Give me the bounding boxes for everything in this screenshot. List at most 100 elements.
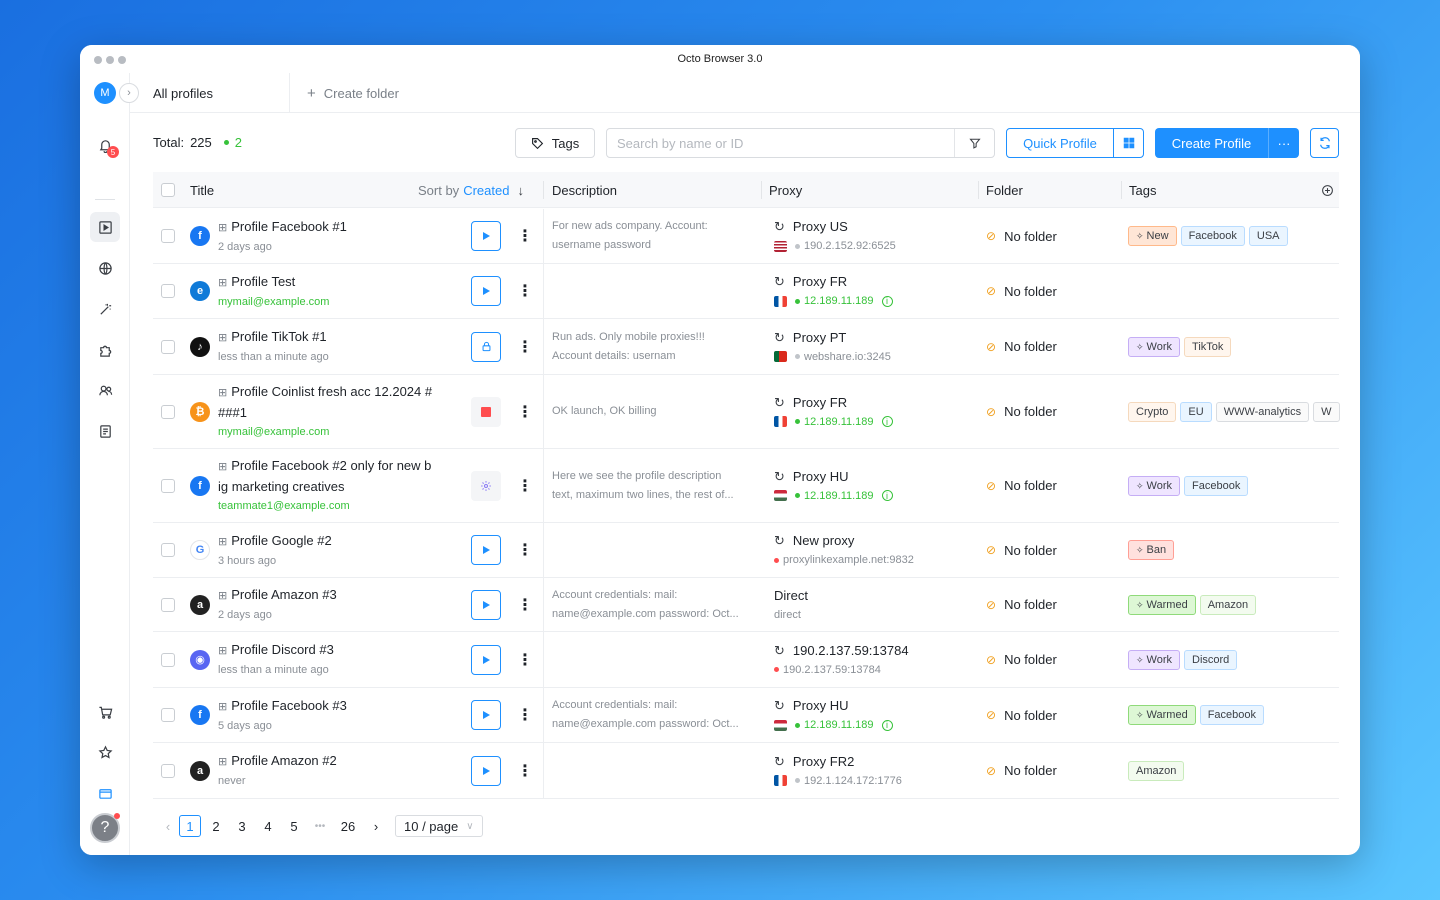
- start-profile-button[interactable]: [471, 276, 501, 306]
- more-options-icon[interactable]: ⋮: [517, 264, 533, 318]
- tag-chip[interactable]: Facebook: [1180, 226, 1245, 246]
- tag-chip[interactable]: Discord: [1184, 649, 1238, 670]
- prev-page-icon[interactable]: ‹: [157, 819, 179, 834]
- page-1[interactable]: 1: [179, 815, 201, 837]
- folder-cell[interactable]: ⊘ No folder: [986, 743, 1057, 798]
- tag-chip[interactable]: Amazon: [1128, 760, 1185, 781]
- tag-chip[interactable]: ✧ Work: [1128, 475, 1181, 496]
- tag-chip[interactable]: Crypto: [1128, 401, 1177, 422]
- more-options-icon[interactable]: ⋮: [517, 319, 533, 374]
- info-icon[interactable]: i: [881, 295, 893, 307]
- table-row[interactable]: f ⊞ Profile Facebook #2 only for new b ig …: [153, 449, 1339, 523]
- table-row[interactable]: G ⊞ Profile Google #2 3 hours ago ⋮ ↻ New …: [153, 523, 1339, 578]
- page-5[interactable]: 5: [283, 815, 305, 837]
- tag-chip[interactable]: W: [1313, 401, 1340, 422]
- tag-chip[interactable]: ✧ Ban: [1128, 540, 1175, 560]
- search-input[interactable]: [607, 129, 955, 157]
- sort-control[interactable]: Sort by Created ↓: [418, 172, 524, 208]
- start-profile-button[interactable]: [471, 535, 501, 565]
- table-row[interactable]: ◉ ⊞ Profile Discord #3 less than a minute…: [153, 632, 1339, 688]
- row-checkbox[interactable]: [161, 523, 175, 577]
- table-row[interactable]: a ⊞ Profile Amazon #3 2 days ago ⋮ Accoun…: [153, 578, 1339, 632]
- table-row[interactable]: f ⊞ Profile Facebook #3 5 days ago ⋮ Acco…: [153, 688, 1339, 743]
- start-profile-button[interactable]: [471, 700, 501, 730]
- profile-name[interactable]: ⊞ Profile Discord #3: [218, 640, 334, 661]
- row-checkbox[interactable]: [161, 578, 175, 631]
- tag-chip[interactable]: ✧ Work: [1128, 336, 1181, 357]
- refresh-icon[interactable]: [1310, 128, 1339, 158]
- profile-name[interactable]: ⊞ Profile Facebook #3: [218, 696, 347, 717]
- profile-settings-icon[interactable]: [471, 470, 501, 501]
- more-options-icon[interactable]: ⋮: [517, 375, 533, 448]
- info-icon[interactable]: i: [881, 490, 893, 501]
- folder-cell[interactable]: ⊘ No folder: [986, 449, 1057, 522]
- profile-name[interactable]: ⊞ Profile Coinlist fresh acc 12.2024 #: [218, 382, 432, 403]
- tag-chip[interactable]: Facebook: [1184, 475, 1249, 496]
- refresh-proxy-icon[interactable]: ↻: [774, 217, 785, 237]
- table-row[interactable]: ♪ ⊞ Profile TikTok #1 less than a minute …: [153, 319, 1339, 375]
- tag-chip[interactable]: USA: [1248, 226, 1288, 246]
- globe-icon[interactable]: [90, 253, 120, 283]
- select-all-checkbox[interactable]: [161, 172, 175, 208]
- page-3[interactable]: 3: [231, 815, 253, 837]
- info-icon[interactable]: i: [881, 416, 893, 427]
- tab-all-profiles[interactable]: All profiles: [130, 73, 290, 113]
- folder-cell[interactable]: ⊘ No folder: [986, 264, 1057, 318]
- refresh-proxy-icon[interactable]: ↻: [774, 393, 785, 413]
- folder-cell[interactable]: ⊘ No folder: [986, 209, 1057, 263]
- folder-cell[interactable]: ⊘ No folder: [986, 375, 1057, 448]
- add-column-icon[interactable]: [1321, 172, 1334, 208]
- table-row[interactable]: e ⊞ Profile Test mymail@example.com ⋮ ↻ Pr…: [153, 264, 1339, 319]
- row-checkbox[interactable]: [161, 743, 175, 798]
- profile-name[interactable]: ⊞ Profile Amazon #3: [218, 585, 337, 606]
- magic-wand-icon[interactable]: [90, 294, 120, 324]
- profiles-icon[interactable]: [90, 212, 120, 242]
- page-4[interactable]: 4: [257, 815, 279, 837]
- star-icon[interactable]: [90, 737, 120, 767]
- profile-name[interactable]: ⊞ Profile Google #2: [218, 531, 332, 552]
- refresh-proxy-icon[interactable]: ↻: [774, 696, 785, 716]
- row-checkbox[interactable]: [161, 319, 175, 374]
- tag-chip[interactable]: ✧ Work: [1128, 649, 1181, 670]
- table-row[interactable]: ₿ ⊞ Profile Coinlist fresh acc 12.2024 # #…: [153, 375, 1340, 449]
- profile-name[interactable]: ⊞ Profile Facebook #2 only for new b: [218, 456, 431, 477]
- row-checkbox[interactable]: [161, 209, 175, 263]
- extensions-icon[interactable]: [90, 335, 120, 365]
- tab-create-folder[interactable]: + Create folder: [307, 73, 399, 113]
- tag-chip[interactable]: ✧ Warmed: [1128, 705, 1196, 725]
- stop-profile-button[interactable]: [471, 396, 501, 427]
- tag-chip[interactable]: EU: [1180, 401, 1212, 422]
- folder-cell[interactable]: ⊘ No folder: [986, 578, 1057, 631]
- info-icon[interactable]: i: [881, 719, 893, 731]
- more-options-icon[interactable]: ⋮: [517, 578, 533, 631]
- page-2[interactable]: 2: [205, 815, 227, 837]
- create-options-button[interactable]: ···: [1268, 128, 1299, 158]
- team-icon[interactable]: [90, 375, 120, 405]
- start-profile-button[interactable]: [471, 755, 501, 786]
- tag-chip[interactable]: TikTok: [1184, 336, 1232, 357]
- start-profile-button[interactable]: [471, 221, 501, 251]
- create-profile-button[interactable]: Create Profile: [1155, 128, 1268, 158]
- more-options-icon[interactable]: ⋮: [517, 632, 533, 687]
- start-profile-button[interactable]: [471, 644, 501, 675]
- table-row[interactable]: f ⊞ Profile Facebook #1 2 days ago ⋮ For …: [153, 209, 1339, 264]
- page-ellipsis[interactable]: •••: [309, 815, 331, 837]
- wallet-icon[interactable]: [90, 778, 120, 808]
- refresh-proxy-icon[interactable]: ↻: [774, 752, 785, 772]
- more-options-icon[interactable]: ⋮: [517, 523, 533, 577]
- folder-cell[interactable]: ⊘ No folder: [986, 632, 1057, 687]
- row-checkbox[interactable]: [161, 688, 175, 742]
- tags-button[interactable]: Tags: [515, 128, 595, 158]
- profile-name[interactable]: ⊞ Profile Test: [218, 272, 295, 293]
- more-options-icon[interactable]: ⋮: [517, 449, 533, 522]
- logs-icon[interactable]: [90, 416, 120, 446]
- quick-profile-button[interactable]: Quick Profile: [1006, 128, 1114, 158]
- folder-cell[interactable]: ⊘ No folder: [986, 523, 1057, 577]
- profile-name[interactable]: ⊞ Profile Facebook #1: [218, 217, 347, 238]
- avatar[interactable]: M: [94, 82, 116, 104]
- next-page-icon[interactable]: ›: [365, 819, 387, 834]
- windows-os-icon[interactable]: [1113, 128, 1144, 158]
- tag-chip[interactable]: ✧ New: [1128, 226, 1177, 246]
- tag-chip[interactable]: ✧ Warmed: [1128, 594, 1196, 615]
- refresh-proxy-icon[interactable]: ↻: [774, 531, 785, 551]
